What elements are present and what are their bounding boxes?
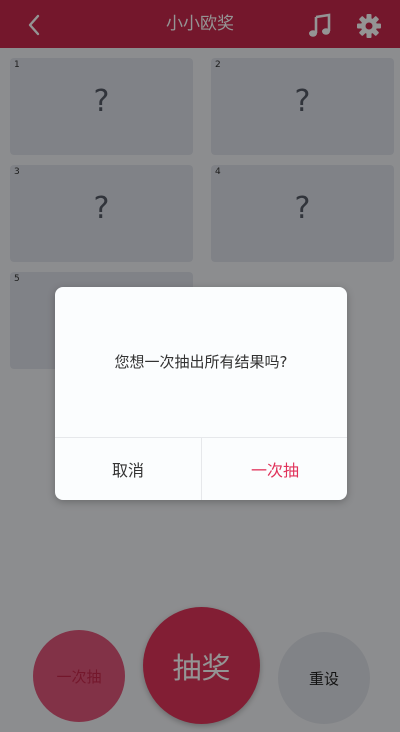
confirm-dialog: 您想一次抽出所有结果吗? 取消 一次抽 bbox=[55, 287, 347, 500]
dialog-message: 您想一次抽出所有结果吗? bbox=[114, 353, 288, 371]
confirm-draw-all-button[interactable]: 一次抽 bbox=[202, 438, 347, 500]
cancel-button[interactable]: 取消 bbox=[55, 438, 201, 500]
